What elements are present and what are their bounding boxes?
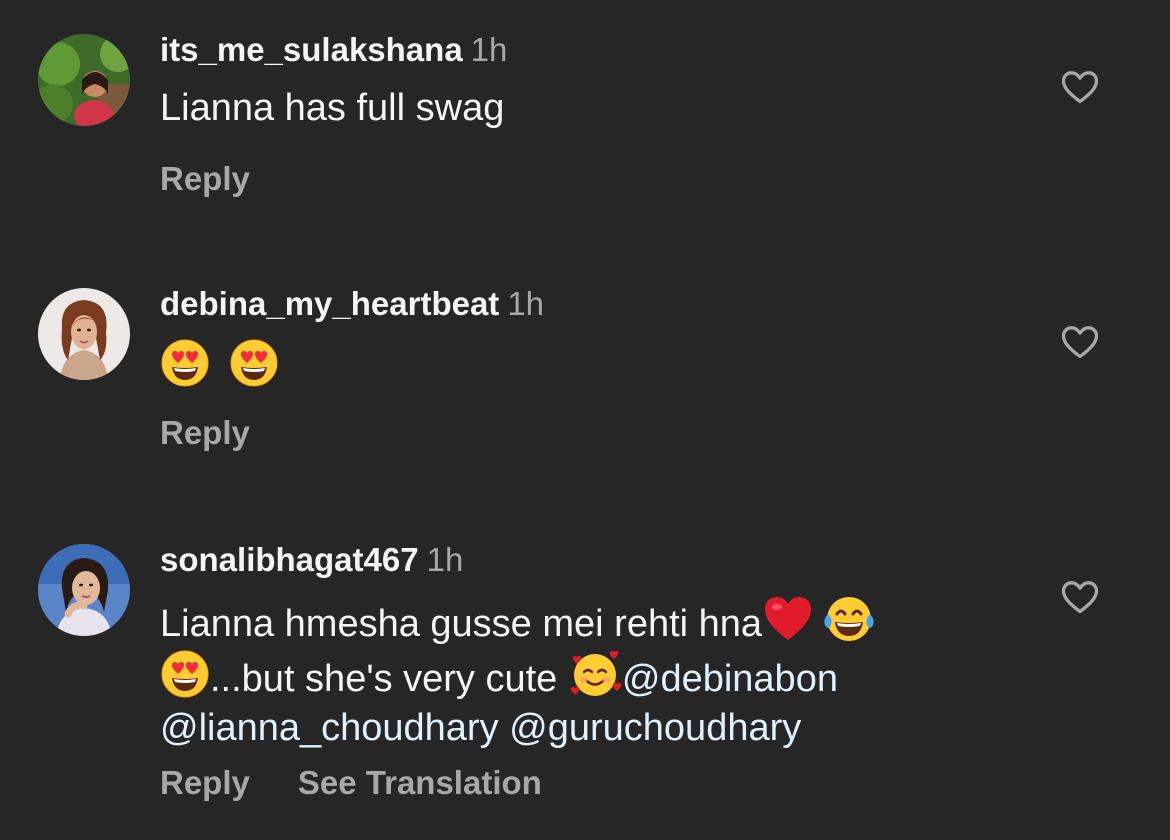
timestamp: 1h bbox=[426, 541, 464, 578]
comment-text: Lianna hmesha gusse mei rehti hna ...but… bbox=[160, 594, 1000, 753]
comment-text-part1: Lianna hmesha gusse mei rehti hna bbox=[160, 603, 763, 645]
comment-actions: Reply bbox=[160, 414, 250, 452]
comment-text: Lianna has full swag bbox=[160, 87, 505, 129]
comment-header: sonalibhagat467 1h bbox=[160, 540, 463, 580]
tears-of-joy-emoji-icon bbox=[822, 594, 876, 644]
avatar[interactable] bbox=[38, 544, 130, 636]
username[interactable]: sonalibhagat467 bbox=[160, 541, 419, 578]
heart-eyes-emoji-icon bbox=[229, 338, 279, 388]
mention-link[interactable]: @debinabon bbox=[622, 658, 838, 700]
smiling-face-with-hearts-emoji-icon bbox=[568, 649, 622, 699]
reply-button[interactable]: Reply bbox=[160, 414, 250, 451]
comment-header: debina_my_heartbeat 1h bbox=[160, 284, 544, 324]
reply-button[interactable]: Reply bbox=[160, 764, 250, 801]
avatar[interactable] bbox=[38, 34, 130, 126]
comment-actions: Reply See Translation bbox=[160, 764, 542, 802]
comment-actions: Reply bbox=[160, 160, 250, 198]
heart-eyes-emoji-icon bbox=[160, 649, 210, 699]
heart-eyes-emoji-icon bbox=[160, 338, 210, 388]
heart-outline-icon[interactable] bbox=[1058, 64, 1102, 108]
timestamp: 1h bbox=[470, 31, 508, 68]
username[interactable]: its_me_sulakshana bbox=[160, 31, 463, 68]
username[interactable]: debina_my_heartbeat bbox=[160, 285, 499, 322]
timestamp: 1h bbox=[507, 285, 545, 322]
comment-text bbox=[160, 338, 1000, 393]
mention-link[interactable]: @guruchoudhary bbox=[509, 707, 801, 749]
avatar[interactable] bbox=[38, 288, 130, 380]
heart-outline-icon[interactable] bbox=[1058, 574, 1102, 618]
mention-link[interactable]: @lianna_choudhary bbox=[160, 707, 499, 749]
comment-text-part2: ...but she's very cute bbox=[210, 658, 568, 700]
comment-header: its_me_sulakshana 1h bbox=[160, 30, 507, 70]
see-translation-button[interactable]: See Translation bbox=[298, 764, 542, 801]
red-heart-emoji-icon bbox=[762, 594, 814, 644]
heart-outline-icon[interactable] bbox=[1058, 319, 1102, 363]
reply-button[interactable]: Reply bbox=[160, 160, 250, 197]
